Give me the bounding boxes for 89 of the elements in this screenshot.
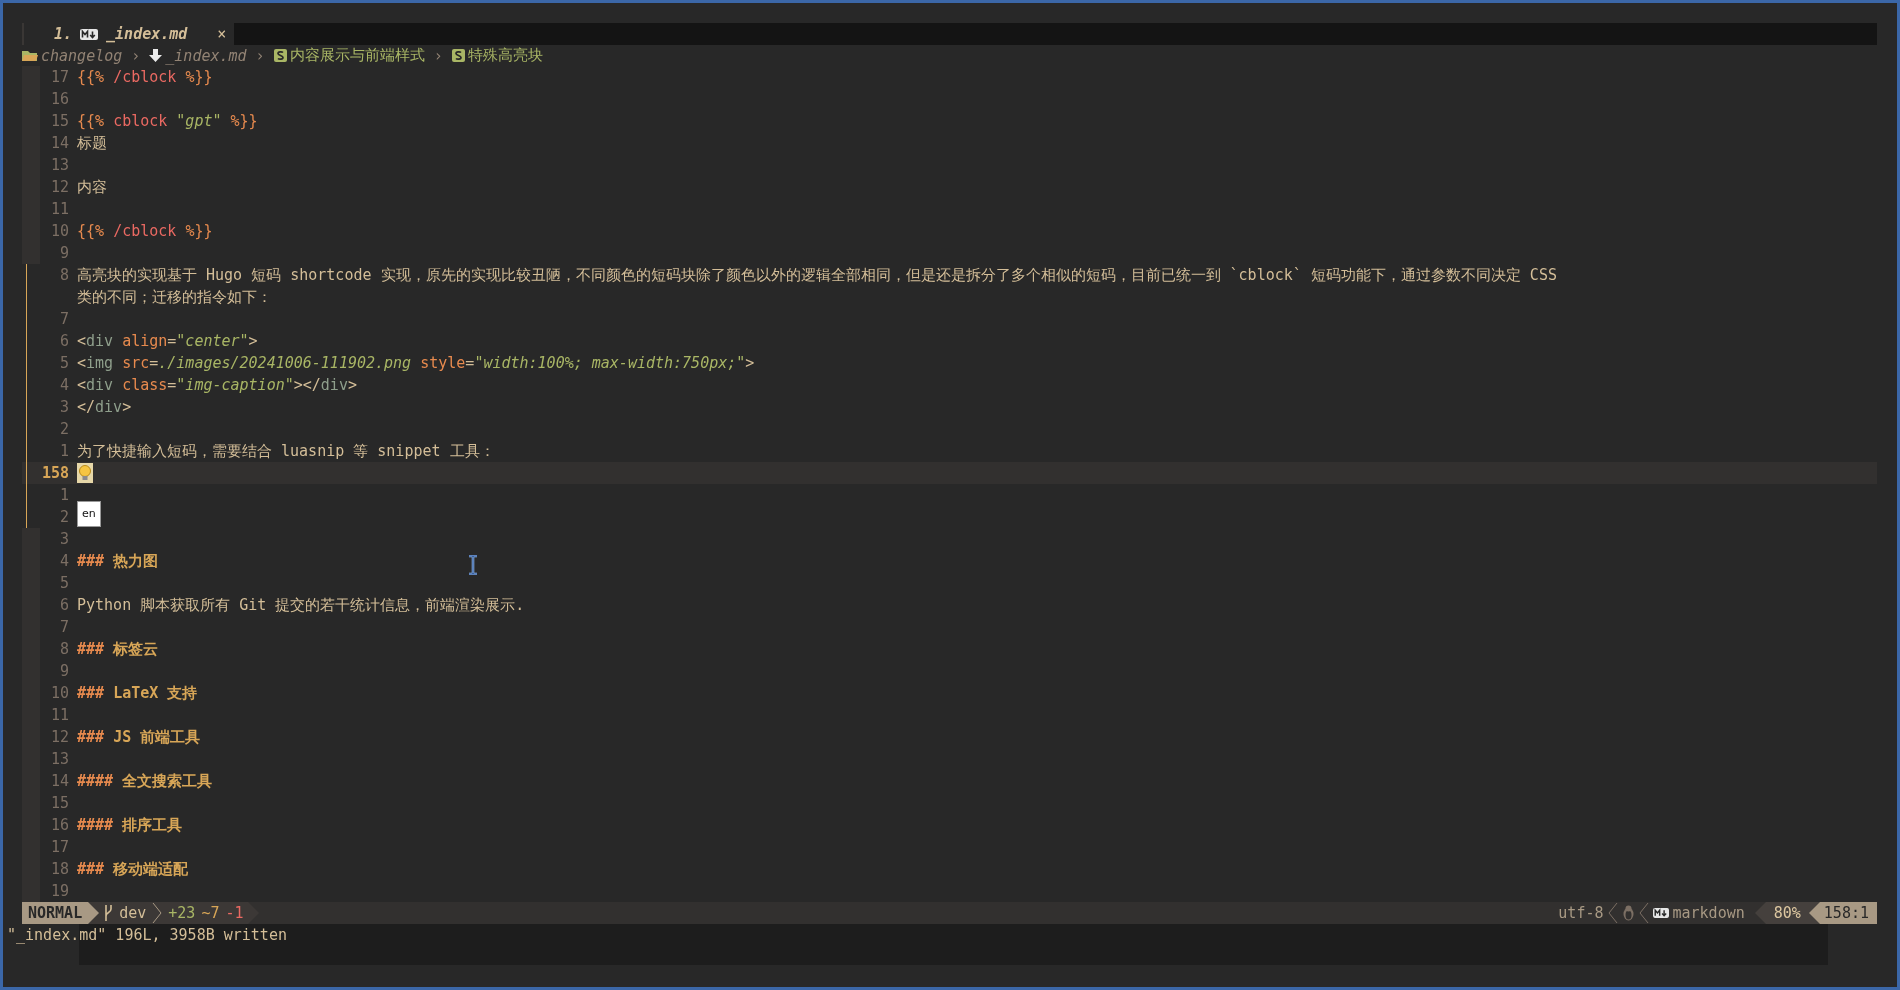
chevron-separator	[152, 902, 163, 924]
breadcrumb-separator: ›	[433, 46, 443, 65]
line-number: 16	[49, 89, 70, 110]
line-number: 18	[49, 859, 70, 880]
folder-icon	[22, 49, 38, 62]
line-number: 8	[58, 265, 70, 286]
code-line: ### 热力图	[77, 551, 159, 572]
file-type: markdown	[1672, 904, 1745, 922]
code-line: 标题	[77, 133, 107, 154]
line-number: 3	[58, 529, 70, 550]
chevron-separator	[1638, 902, 1649, 924]
breadcrumb-item[interactable]: _index.md	[165, 46, 247, 65]
code-line: <img src=./images/20241006-111902.png style="width:100%; max-width:750px;">	[77, 353, 755, 374]
text-cursor-icon	[468, 555, 478, 575]
diff-added-count: +23	[168, 904, 196, 922]
branch-name: dev	[119, 904, 147, 922]
line-number: 6	[58, 595, 70, 616]
diff-removed-count: -1	[225, 904, 244, 922]
breadcrumb-separator: ›	[131, 46, 141, 65]
line-number: 10	[49, 221, 70, 242]
line-number: 4	[58, 551, 70, 572]
line-number: 13	[49, 155, 70, 176]
line-number: 12	[49, 727, 70, 748]
code-line: ### 标签云	[77, 639, 159, 660]
code-line: <div align="center">	[77, 331, 258, 352]
code-line: {{% /cblock %}}	[77, 67, 213, 88]
line-number: 158	[40, 463, 70, 484]
line-number: 17	[49, 67, 70, 88]
tab-number: 1.	[54, 25, 73, 43]
line-number: 12	[49, 177, 70, 198]
line-number: 11	[49, 705, 70, 726]
code-line: ### JS 前端工具	[77, 727, 201, 748]
file-tab[interactable]: 1. _index.md ×	[22, 23, 235, 45]
line-number: 8	[58, 639, 70, 660]
lightbulb-icon[interactable]	[77, 463, 93, 483]
line-number: 17	[49, 837, 70, 858]
breadcrumb-item[interactable]: 特殊高亮块	[467, 46, 543, 65]
section-icon	[451, 49, 465, 62]
markdown-icon	[1652, 908, 1669, 918]
message-text: "_index.md" 196L, 3958B written	[6, 926, 287, 944]
breadcrumb-separator: ›	[255, 46, 265, 65]
line-number: 5	[58, 573, 70, 594]
code-line: 内容	[77, 177, 107, 198]
line-number: 14	[49, 771, 70, 792]
line-number: 1	[58, 441, 70, 462]
down-arrow-icon	[149, 48, 163, 63]
code-line: #### 排序工具	[77, 815, 183, 836]
code-line: </div>	[77, 397, 132, 418]
line-number: 14	[49, 133, 70, 154]
line-number: 5	[58, 353, 70, 374]
language-badge: en	[77, 501, 101, 527]
penguin-icon	[1621, 905, 1635, 921]
code-line: Python 脚本获取所有 Git 提交的若干统计信息，前端渲染展示.	[77, 595, 525, 616]
file-encoding: utf-8	[1558, 904, 1604, 922]
line-number: 10	[49, 683, 70, 704]
line-number: 9	[58, 661, 70, 682]
breadcrumb-item[interactable]: changelog	[41, 46, 123, 65]
code-line: {{% cblock "gpt" %}}	[77, 111, 258, 132]
line-number: 7	[58, 617, 70, 638]
diff-changed-count: ~7	[201, 904, 220, 922]
markdown-icon	[80, 28, 99, 40]
line-number: 6	[58, 331, 70, 352]
line-number: 15	[49, 111, 70, 132]
code-line: {{% /cblock %}}	[77, 221, 213, 242]
close-button[interactable]: ×	[217, 25, 227, 43]
line-number: 1	[58, 485, 70, 506]
line-number: 15	[49, 793, 70, 814]
code-line: #### 全文搜索工具	[77, 771, 213, 792]
code-line: ### LaTeX 支持	[77, 683, 198, 704]
code-line: 高亮块的实现基于 Hugo 短码 shortcode 实现，原先的实现比较丑陋，不同颜色的短码块除了颜色以外的逻辑全部相同，但是还是拆分了多个相似的短码，目前已统一到 `cblock` 短码功能下，通过参数不同决定 CSS	[77, 265, 1557, 286]
line-number: 9	[58, 243, 70, 264]
line-number: 3	[58, 397, 70, 418]
code-line: 类的不同；迁移的指令如下：	[77, 287, 272, 308]
line-number: 4	[58, 375, 70, 396]
code-line: ### 移动端适配	[77, 859, 189, 880]
breadcrumb-item[interactable]: 内容展示与前端样式	[289, 46, 425, 65]
line-number: 11	[49, 199, 70, 220]
line-number: 16	[49, 815, 70, 836]
tab-title: _index.md	[106, 25, 188, 43]
code-line: 为了快捷输入短码，需要结合 luasnip 等 snippet 工具：	[77, 441, 495, 462]
code-line: <div class="img-caption"></div>	[77, 375, 357, 396]
line-number: 13	[49, 749, 70, 770]
section-icon	[273, 49, 287, 62]
git-branch-icon	[103, 905, 114, 921]
line-number: 7	[58, 309, 70, 330]
line-number: 19	[49, 881, 70, 902]
chevron-separator	[1607, 902, 1618, 924]
line-number: 2	[58, 419, 70, 440]
line-number: 2	[58, 507, 70, 528]
